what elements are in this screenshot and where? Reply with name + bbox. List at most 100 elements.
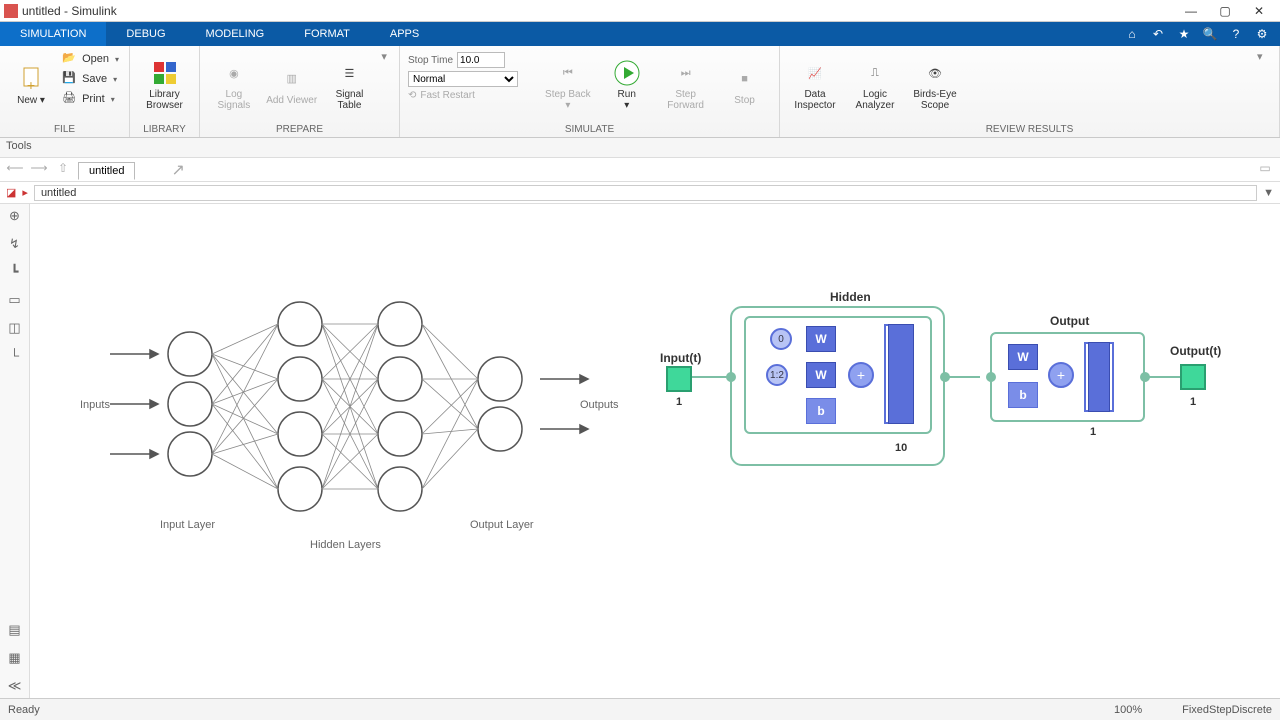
new-icon: + — [17, 65, 45, 93]
print-button[interactable]: 🖨Print▾ — [60, 90, 121, 108]
birds-eye-scope-button[interactable]: 👁 Birds-Eye Scope — [908, 50, 962, 120]
output-size-label: 1 — [1090, 426, 1096, 438]
output-sum-block[interactable]: + — [1048, 362, 1074, 388]
minimize-button[interactable]: — — [1174, 4, 1208, 18]
palette-tool-2-icon[interactable]: ┗ — [5, 264, 25, 284]
output-w-block[interactable]: W — [1008, 344, 1038, 370]
output-layer-label: Output Layer — [470, 519, 534, 531]
settings-icon[interactable]: ⚙ — [1254, 26, 1270, 42]
search-icon[interactable]: 🔍 — [1202, 26, 1218, 42]
nav-up-button[interactable]: ⇧ — [54, 161, 72, 179]
nav-back-button[interactable]: ⟵ — [6, 161, 24, 179]
toolstrip-label: Tools — [0, 138, 1280, 158]
run-icon — [613, 59, 641, 87]
status-zoom[interactable]: 100% — [1114, 704, 1142, 716]
tab-debug[interactable]: DEBUG — [106, 22, 185, 46]
add-viewer-button[interactable]: ▥ Add Viewer — [266, 50, 318, 120]
document-tab[interactable]: untitled — [78, 162, 135, 180]
save-button[interactable]: 💾Save▾ — [60, 70, 121, 88]
delay-0-block[interactable]: 0 — [770, 328, 792, 350]
palette-tool-3-icon[interactable]: ▭ — [5, 292, 25, 312]
undo-icon[interactable]: ↶ — [1150, 26, 1166, 42]
hidden-out-node — [940, 372, 950, 382]
tab-format[interactable]: FORMAT — [284, 22, 370, 46]
stop-button[interactable]: ■ Stop — [718, 50, 771, 120]
signal-table-button[interactable]: ☰ Signal Table — [324, 50, 376, 120]
run-button[interactable]: Run▾ — [600, 50, 653, 120]
output-block-title: Output — [1050, 314, 1089, 328]
log-signals-label: Log Signals — [208, 89, 260, 111]
folder-icon: 📂 — [62, 51, 78, 67]
hidden-tall-block[interactable] — [888, 324, 914, 424]
input-port-block[interactable] — [666, 366, 692, 392]
save-icon: 💾 — [62, 71, 78, 87]
logic-analyzer-button[interactable]: ⎍ Logic Analyzer — [848, 50, 902, 120]
help-icon[interactable]: ? — [1228, 26, 1244, 42]
step-forward-icon: ⏭ — [672, 59, 700, 87]
hidden-w1-block[interactable]: W — [806, 326, 836, 352]
sim-mode-select[interactable]: Normal — [408, 71, 518, 87]
simulate-group-label: SIMULATE — [408, 122, 771, 135]
stop-icon: ■ — [731, 65, 759, 93]
library-browser-button[interactable]: Library Browser — [138, 50, 191, 120]
add-viewer-label: Add Viewer — [266, 95, 317, 106]
breadcrumb-dropdown-icon[interactable]: ▼ — [1263, 187, 1274, 199]
save-label: Save — [82, 73, 107, 85]
print-icon: 🖨 — [62, 91, 78, 107]
tab-menu-icon[interactable]: ▭ — [1256, 161, 1274, 179]
signal-table-icon: ☰ — [335, 59, 363, 87]
print-label: Print — [82, 93, 105, 105]
palette-bottom-2-icon[interactable]: ▦ — [5, 650, 25, 670]
log-signals-icon: ◉ — [220, 59, 248, 87]
maximize-button[interactable]: ▢ — [1208, 4, 1242, 18]
output-b-block[interactable]: b — [1008, 382, 1038, 408]
output-port-block[interactable] — [1180, 364, 1206, 390]
palette-tool-4-icon[interactable]: ◫ — [5, 320, 25, 340]
library-group-label: LIBRARY — [138, 122, 191, 135]
data-inspector-icon: 📈 — [801, 59, 829, 87]
output-tall-block[interactable] — [1088, 342, 1110, 412]
palette-bottom-3-icon[interactable]: ≪ — [5, 678, 25, 698]
status-solver[interactable]: FixedStepDiscrete — [1182, 704, 1272, 716]
data-inspector-button[interactable]: 📈 Data Inspector — [788, 50, 842, 120]
review-group-label: REVIEW RESULTS — [788, 122, 1271, 135]
hidden-b-block[interactable]: b — [806, 398, 836, 424]
step-back-button[interactable]: ⏮ Step Back ▾ — [541, 50, 594, 120]
delay-12-block[interactable]: 1:2 — [766, 364, 788, 386]
output-port-size: 1 — [1190, 396, 1196, 408]
breadcrumb[interactable]: untitled — [34, 185, 1257, 201]
ribbon-expand-icon[interactable]: ▾ — [1257, 50, 1271, 63]
library-icon — [151, 59, 179, 87]
zoom-fit-icon[interactable]: ⊕ — [5, 208, 25, 228]
palette-tool-1-icon[interactable]: ↯ — [5, 236, 25, 256]
home-icon[interactable]: ⌂ — [1124, 26, 1140, 42]
model-canvas[interactable]: Inputs Outputs Input Layer Hidden Layers… — [30, 204, 1280, 698]
nn-sketch-diagram: Inputs Outputs Input Layer Hidden Layers… — [100, 294, 620, 554]
nav-forward-button[interactable]: ⟶ — [30, 161, 48, 179]
model-icon: ◪ — [6, 186, 16, 199]
hidden-sum-block[interactable]: + — [848, 362, 874, 388]
hidden-w2-block[interactable]: W — [806, 362, 836, 388]
new-label: New — [17, 95, 37, 106]
tab-apps[interactable]: APPS — [370, 22, 439, 46]
close-button[interactable]: ✕ — [1242, 4, 1276, 18]
outputs-label: Outputs — [580, 399, 619, 411]
palette-bottom-1-icon[interactable]: ▤ — [5, 622, 25, 642]
step-forward-button[interactable]: ⏭ Step Forward — [659, 50, 712, 120]
fast-restart-button[interactable]: ⟲ Fast Restart — [408, 90, 535, 101]
new-button[interactable]: + New ▾ — [8, 50, 54, 120]
hidden-in-node — [726, 372, 736, 382]
stop-time-input[interactable] — [457, 52, 505, 68]
hierarchy-icon[interactable]: ▸ — [22, 186, 28, 199]
hidden-size-label: 10 — [895, 442, 907, 454]
add-viewer-icon: ▥ — [278, 65, 306, 93]
window-title: untitled - Simulink — [22, 4, 117, 18]
tab-simulation[interactable]: SIMULATION — [0, 22, 106, 46]
palette-tool-5-icon[interactable]: └ — [5, 348, 25, 368]
tab-modeling[interactable]: MODELING — [186, 22, 285, 46]
open-button[interactable]: 📂Open▾ — [60, 50, 121, 68]
favorite-icon[interactable]: ★ — [1176, 26, 1192, 42]
hidden-layers-label: Hidden Layers — [310, 539, 381, 551]
tab-overflow-icon[interactable]: ↗ — [171, 160, 184, 180]
log-signals-button[interactable]: ◉ Log Signals — [208, 50, 260, 120]
